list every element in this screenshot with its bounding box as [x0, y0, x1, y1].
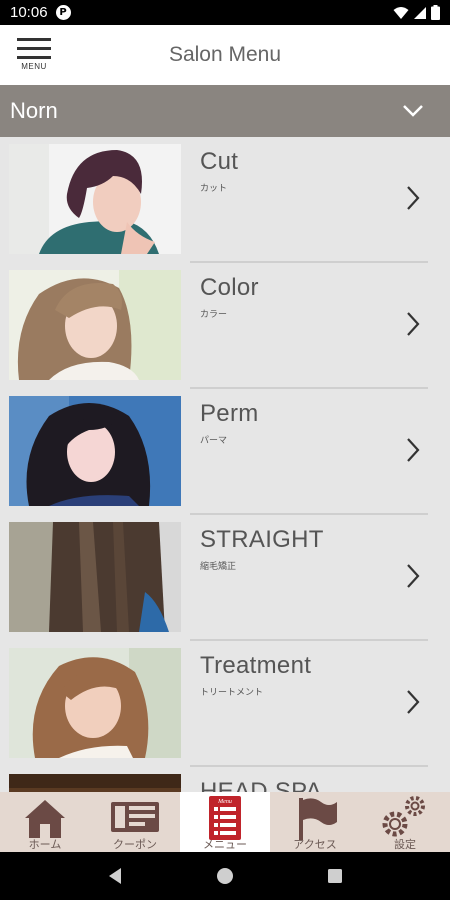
- straight-photo: [9, 522, 181, 632]
- menu-list: Cut カット Color カラー Perm パーマ STRAIGHT 縮毛矯正…: [0, 137, 450, 792]
- app-notification-letter: P: [59, 7, 67, 18]
- status-icons: [393, 5, 440, 20]
- tab-label: ホーム: [28, 838, 62, 851]
- menu-book-badge: Menu: [217, 799, 232, 805]
- home-nav-button[interactable]: [205, 856, 245, 896]
- menu-item-title: Treatment: [200, 652, 312, 679]
- tab-menu[interactable]: Menu メニュー: [180, 792, 270, 852]
- back-button[interactable]: [95, 856, 135, 896]
- menu-item-title: Color: [200, 274, 259, 301]
- menu-item-subtitle: パーマ: [200, 436, 228, 446]
- tab-home[interactable]: ホーム: [0, 792, 90, 852]
- battery-icon: [431, 5, 440, 20]
- back-triangle-icon: [109, 868, 121, 884]
- hamburger-menu-button[interactable]: MENU: [14, 38, 54, 74]
- menu-item-subtitle: 縮毛矯正: [200, 562, 237, 572]
- flag-icon: [299, 798, 337, 840]
- menu-item-title: STRAIGHT: [200, 526, 324, 553]
- chevron-right-icon: [407, 690, 420, 714]
- recents-square-icon: [328, 869, 342, 883]
- status-bar: 10:06 P: [0, 0, 450, 25]
- menu-item-straight[interactable]: STRAIGHT 縮毛矯正: [0, 515, 450, 641]
- treatment-photo: [9, 648, 181, 758]
- tab-settings[interactable]: 設定: [360, 792, 450, 852]
- menu-item-subtitle: カット: [200, 184, 228, 194]
- tab-label: クーポン: [113, 838, 157, 851]
- menu-item-color[interactable]: Color カラー: [0, 263, 450, 389]
- page-title: Salon Menu: [168, 43, 282, 66]
- menu-item-title: Cut: [200, 148, 239, 175]
- menu-item-treatment[interactable]: Treatment トリートメント: [0, 641, 450, 767]
- hamburger-icon-line: [17, 56, 51, 59]
- home-circle-icon: [217, 868, 233, 884]
- perm-photo: [9, 396, 181, 506]
- tab-label: アクセス: [293, 838, 337, 851]
- chevron-right-icon: [407, 186, 420, 210]
- recents-button[interactable]: [315, 856, 355, 896]
- bottom-tab-bar: ホーム クーポン Menu メニュー アクセス 設定: [0, 792, 450, 852]
- chevron-down-icon: [403, 105, 423, 117]
- chevron-right-icon: [407, 312, 420, 336]
- menu-item-subtitle: トリートメント: [200, 688, 264, 698]
- wifi-icon: [393, 6, 409, 19]
- chevron-right-icon: [407, 438, 420, 462]
- tab-label: 設定: [394, 838, 416, 851]
- tab-coupon[interactable]: クーポン: [90, 792, 180, 852]
- menu-item-title: Perm: [200, 400, 259, 427]
- color-photo: [9, 270, 181, 380]
- hamburger-icon-line: [17, 47, 51, 50]
- app-header: MENU Salon Menu: [0, 25, 450, 85]
- chevron-right-icon: [407, 564, 420, 588]
- cell-signal-icon: [414, 6, 426, 19]
- menu-item-title: HEAD SPA: [200, 778, 322, 792]
- salon-selector[interactable]: Norn: [0, 85, 450, 137]
- menu-label: MENU: [21, 62, 47, 71]
- hamburger-icon: [17, 38, 51, 41]
- app-notification-icon: P: [55, 5, 71, 20]
- menu-item-perm[interactable]: Perm パーマ: [0, 389, 450, 515]
- system-nav-bar: [0, 852, 450, 900]
- coupon-icon: [111, 802, 159, 832]
- status-time: 10:06: [10, 4, 48, 21]
- menu-item-subtitle: カラー: [200, 310, 228, 320]
- menu-item-head-spa[interactable]: HEAD SPA: [0, 767, 450, 792]
- tab-access[interactable]: アクセス: [270, 792, 360, 852]
- tab-label: メニュー: [203, 838, 247, 851]
- menu-item-cut[interactable]: Cut カット: [0, 137, 450, 263]
- home-icon: [25, 800, 65, 838]
- cut-photo: [9, 144, 181, 254]
- head-spa-photo: [9, 774, 181, 792]
- salon-name: Norn: [10, 98, 58, 123]
- settings-gears-icon: [382, 796, 425, 837]
